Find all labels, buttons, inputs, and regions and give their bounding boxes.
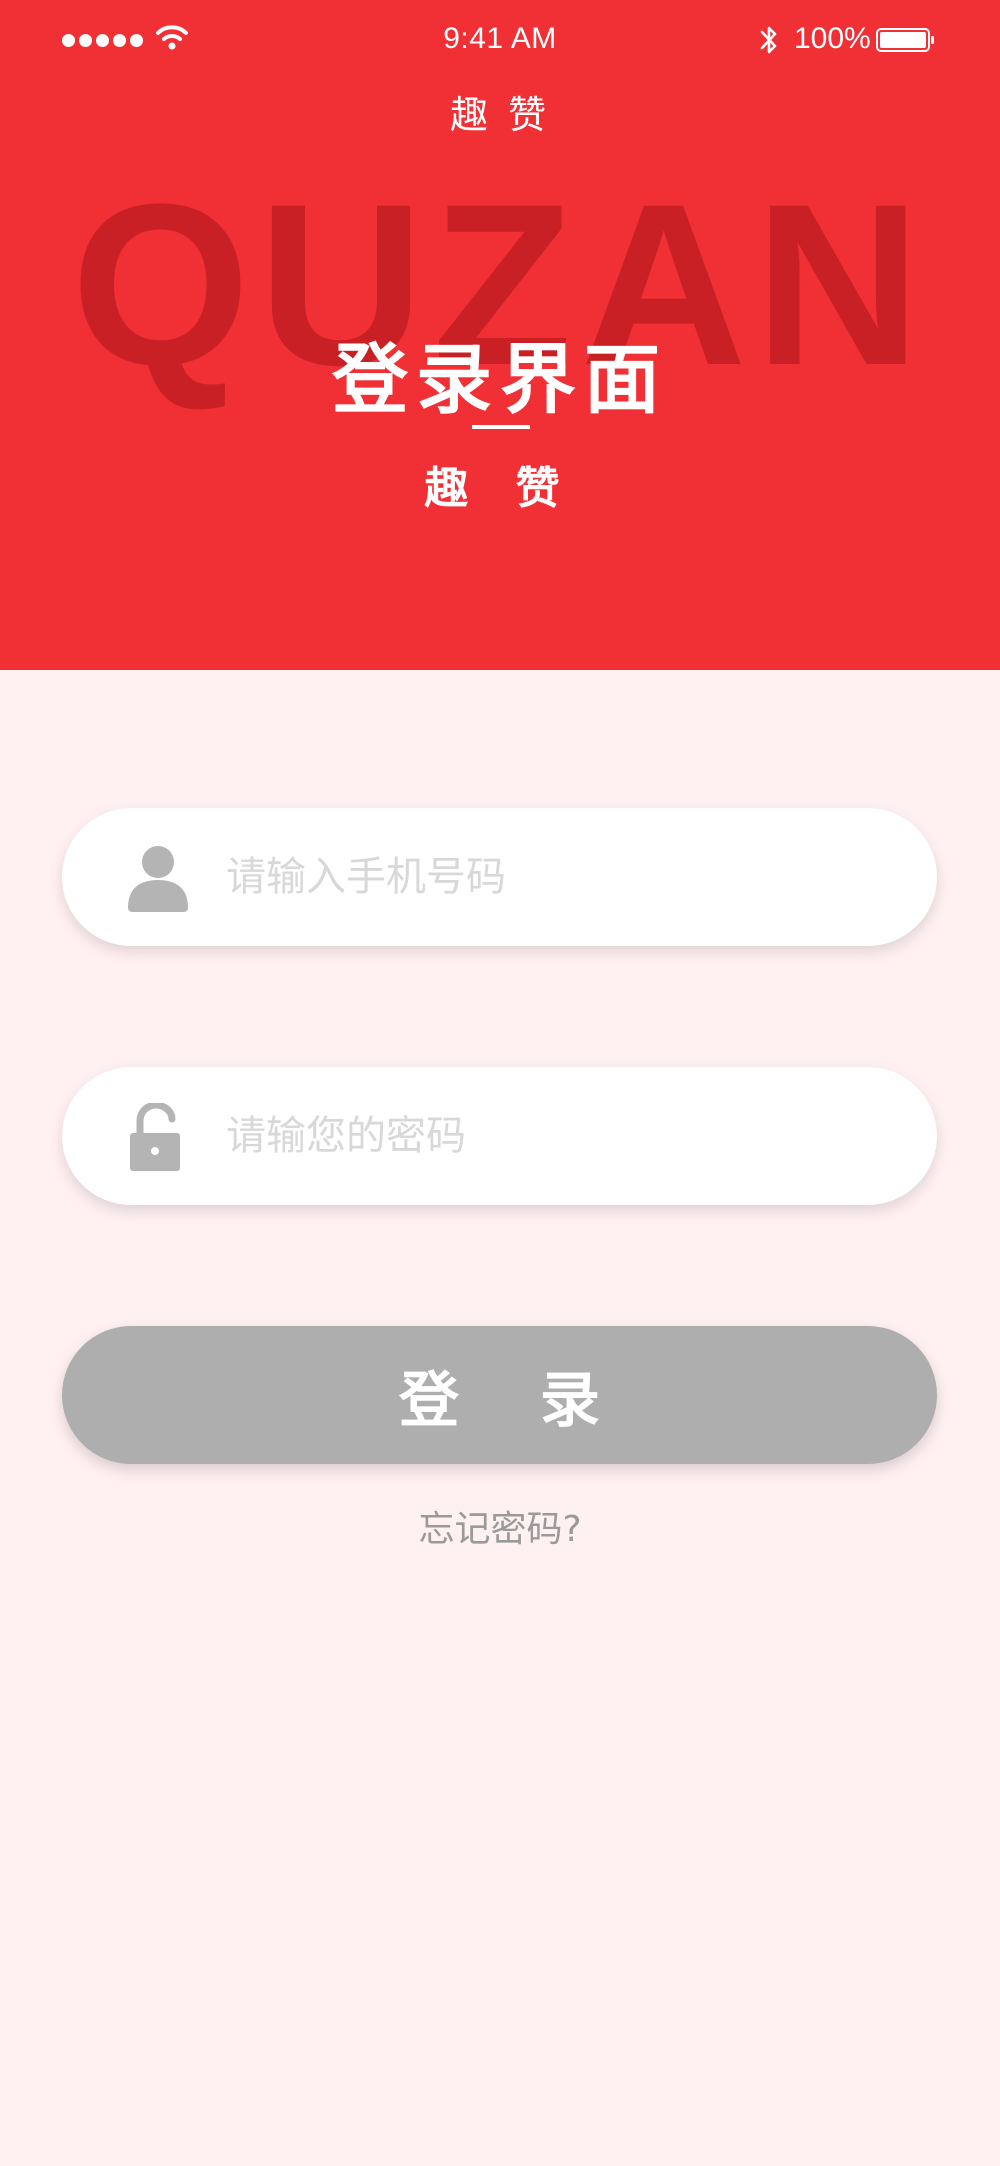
forgot-password-link[interactable]: 忘记密码?: [0, 1500, 1000, 1552]
status-bar: 9:41 AM 100%: [0, 0, 1000, 80]
user-icon: [128, 846, 188, 912]
login-button[interactable]: 登 录: [62, 1326, 937, 1464]
battery-percentage: 100%: [794, 22, 871, 55]
password-input[interactable]: [226, 1097, 886, 1175]
header: 9:41 AM 100% 趣 赞 QUZAN 登录界面 趣 赞: [0, 0, 1000, 670]
phone-input[interactable]: [226, 838, 886, 916]
phone-field[interactable]: [62, 808, 937, 946]
title-divider: [472, 425, 530, 429]
app-title: 趣 赞: [449, 93, 551, 137]
battery-icon: [876, 28, 934, 52]
password-field[interactable]: [62, 1067, 937, 1205]
unlock-icon: [130, 1103, 180, 1171]
page-title: 登录界面: [332, 335, 668, 424]
page-subtitle: 趣 赞: [424, 463, 576, 514]
bluetooth-icon: [760, 26, 777, 54]
